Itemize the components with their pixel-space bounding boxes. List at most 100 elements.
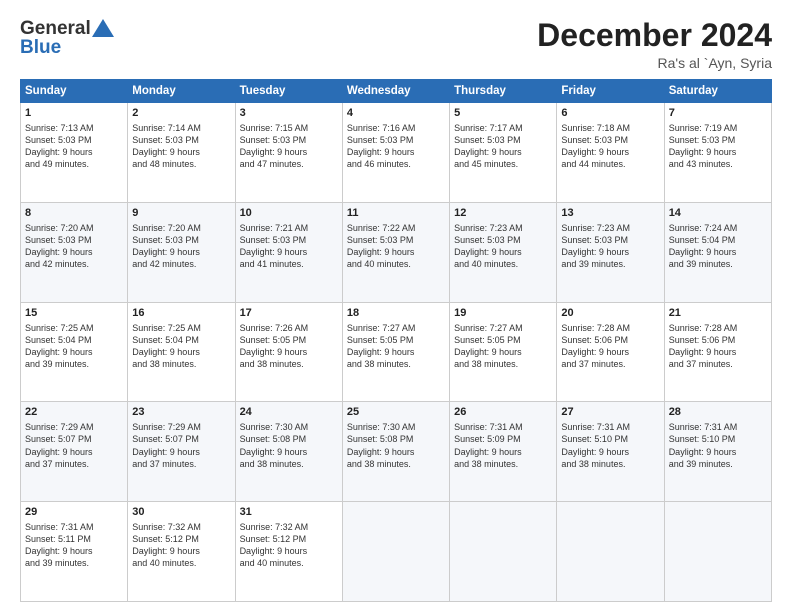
calendar-cell: 24Sunrise: 7:30 AMSunset: 5:08 PMDayligh… xyxy=(235,402,342,502)
day-info-line: Sunrise: 7:26 AM xyxy=(240,322,338,334)
day-info-line: Sunrise: 7:30 AM xyxy=(240,421,338,433)
calendar-cell: 11Sunrise: 7:22 AMSunset: 5:03 PMDayligh… xyxy=(342,202,449,302)
day-number: 27 xyxy=(561,405,659,420)
calendar-cell xyxy=(342,502,449,602)
logo-flag-icon xyxy=(92,19,114,37)
calendar-cell: 5Sunrise: 7:17 AMSunset: 5:03 PMDaylight… xyxy=(450,103,557,203)
day-info-line: Daylight: 9 hours xyxy=(561,146,659,158)
calendar-cell: 7Sunrise: 7:19 AMSunset: 5:03 PMDaylight… xyxy=(664,103,771,203)
calendar-cell: 9Sunrise: 7:20 AMSunset: 5:03 PMDaylight… xyxy=(128,202,235,302)
day-info-line: and 38 minutes. xyxy=(454,358,552,370)
day-info-line: Sunset: 5:04 PM xyxy=(669,234,767,246)
day-info-line: Sunrise: 7:24 AM xyxy=(669,222,767,234)
calendar-cell: 20Sunrise: 7:28 AMSunset: 5:06 PMDayligh… xyxy=(557,302,664,402)
day-info-line: Sunset: 5:10 PM xyxy=(561,433,659,445)
day-info-line: Sunrise: 7:30 AM xyxy=(347,421,445,433)
calendar-cell: 12Sunrise: 7:23 AMSunset: 5:03 PMDayligh… xyxy=(450,202,557,302)
day-info-line: and 40 minutes. xyxy=(347,258,445,270)
day-info-line: and 42 minutes. xyxy=(132,258,230,270)
day-info-line: Daylight: 9 hours xyxy=(347,146,445,158)
day-info-line: Sunrise: 7:21 AM xyxy=(240,222,338,234)
day-info-line: and 41 minutes. xyxy=(240,258,338,270)
day-info-line: Sunset: 5:05 PM xyxy=(347,334,445,346)
day-number: 3 xyxy=(240,106,338,121)
day-info-line: Sunrise: 7:28 AM xyxy=(669,322,767,334)
day-info-line: Daylight: 9 hours xyxy=(669,246,767,258)
day-info-line: and 43 minutes. xyxy=(669,158,767,170)
day-info-line: Sunset: 5:04 PM xyxy=(132,334,230,346)
day-info-line: Sunrise: 7:32 AM xyxy=(132,521,230,533)
day-number: 8 xyxy=(25,206,123,221)
day-info-line: and 42 minutes. xyxy=(25,258,123,270)
col-header-friday: Friday xyxy=(557,80,664,103)
calendar-cell: 14Sunrise: 7:24 AMSunset: 5:04 PMDayligh… xyxy=(664,202,771,302)
day-number: 12 xyxy=(454,206,552,221)
header: General Blue December 2024 Ra's al `Ayn,… xyxy=(20,18,772,71)
day-info-line: Sunrise: 7:20 AM xyxy=(25,222,123,234)
day-info-line: Daylight: 9 hours xyxy=(25,146,123,158)
day-info-line: Sunrise: 7:31 AM xyxy=(561,421,659,433)
day-info-line: Sunset: 5:07 PM xyxy=(25,433,123,445)
calendar-cell: 2Sunrise: 7:14 AMSunset: 5:03 PMDaylight… xyxy=(128,103,235,203)
day-number: 30 xyxy=(132,505,230,520)
day-info-line: Daylight: 9 hours xyxy=(454,146,552,158)
day-info-line: Sunrise: 7:13 AM xyxy=(25,122,123,134)
day-info-line: and 38 minutes. xyxy=(347,358,445,370)
calendar-cell xyxy=(557,502,664,602)
calendar-week-row: 15Sunrise: 7:25 AMSunset: 5:04 PMDayligh… xyxy=(21,302,772,402)
calendar-cell: 8Sunrise: 7:20 AMSunset: 5:03 PMDaylight… xyxy=(21,202,128,302)
day-info-line: and 40 minutes. xyxy=(454,258,552,270)
day-info-line: Sunset: 5:06 PM xyxy=(561,334,659,346)
day-info-line: Sunset: 5:03 PM xyxy=(240,134,338,146)
day-info-line: and 39 minutes. xyxy=(25,358,123,370)
day-info-line: Sunset: 5:03 PM xyxy=(240,234,338,246)
calendar-table: SundayMondayTuesdayWednesdayThursdayFrid… xyxy=(20,79,772,602)
day-number: 10 xyxy=(240,206,338,221)
day-info-line: Sunrise: 7:28 AM xyxy=(561,322,659,334)
calendar-cell xyxy=(450,502,557,602)
day-info-line: Sunset: 5:04 PM xyxy=(25,334,123,346)
calendar-cell: 30Sunrise: 7:32 AMSunset: 5:12 PMDayligh… xyxy=(128,502,235,602)
day-info-line: Daylight: 9 hours xyxy=(132,545,230,557)
day-info-line: and 38 minutes. xyxy=(561,458,659,470)
day-info-line: Daylight: 9 hours xyxy=(25,446,123,458)
day-number: 15 xyxy=(25,306,123,321)
day-number: 17 xyxy=(240,306,338,321)
day-info-line: and 37 minutes. xyxy=(561,358,659,370)
day-info-line: Daylight: 9 hours xyxy=(669,346,767,358)
day-number: 6 xyxy=(561,106,659,121)
day-info-line: Daylight: 9 hours xyxy=(240,146,338,158)
day-number: 25 xyxy=(347,405,445,420)
day-info-line: Sunset: 5:08 PM xyxy=(347,433,445,445)
title-block: December 2024 Ra's al `Ayn, Syria xyxy=(537,18,772,71)
day-info-line: and 38 minutes. xyxy=(347,458,445,470)
calendar-cell: 3Sunrise: 7:15 AMSunset: 5:03 PMDaylight… xyxy=(235,103,342,203)
day-info-line: Sunset: 5:03 PM xyxy=(347,234,445,246)
day-info-line: Sunrise: 7:29 AM xyxy=(132,421,230,433)
day-info-line: Daylight: 9 hours xyxy=(25,545,123,557)
calendar-cell: 1Sunrise: 7:13 AMSunset: 5:03 PMDaylight… xyxy=(21,103,128,203)
calendar-week-row: 29Sunrise: 7:31 AMSunset: 5:11 PMDayligh… xyxy=(21,502,772,602)
day-number: 11 xyxy=(347,206,445,221)
day-info-line: Daylight: 9 hours xyxy=(454,446,552,458)
day-info-line: Sunset: 5:03 PM xyxy=(561,234,659,246)
day-info-line: Sunset: 5:11 PM xyxy=(25,533,123,545)
day-number: 7 xyxy=(669,106,767,121)
day-info-line: and 37 minutes. xyxy=(25,458,123,470)
calendar-cell: 22Sunrise: 7:29 AMSunset: 5:07 PMDayligh… xyxy=(21,402,128,502)
calendar-cell xyxy=(664,502,771,602)
day-number: 31 xyxy=(240,505,338,520)
calendar-cell: 13Sunrise: 7:23 AMSunset: 5:03 PMDayligh… xyxy=(557,202,664,302)
day-info-line: Sunrise: 7:32 AM xyxy=(240,521,338,533)
day-info-line: Daylight: 9 hours xyxy=(347,446,445,458)
day-number: 18 xyxy=(347,306,445,321)
day-number: 22 xyxy=(25,405,123,420)
day-number: 2 xyxy=(132,106,230,121)
day-number: 21 xyxy=(669,306,767,321)
day-info-line: Daylight: 9 hours xyxy=(240,346,338,358)
calendar-cell: 16Sunrise: 7:25 AMSunset: 5:04 PMDayligh… xyxy=(128,302,235,402)
month-title: December 2024 xyxy=(537,18,772,53)
col-header-sunday: Sunday xyxy=(21,80,128,103)
day-info-line: Sunset: 5:03 PM xyxy=(454,234,552,246)
day-info-line: Daylight: 9 hours xyxy=(240,545,338,557)
